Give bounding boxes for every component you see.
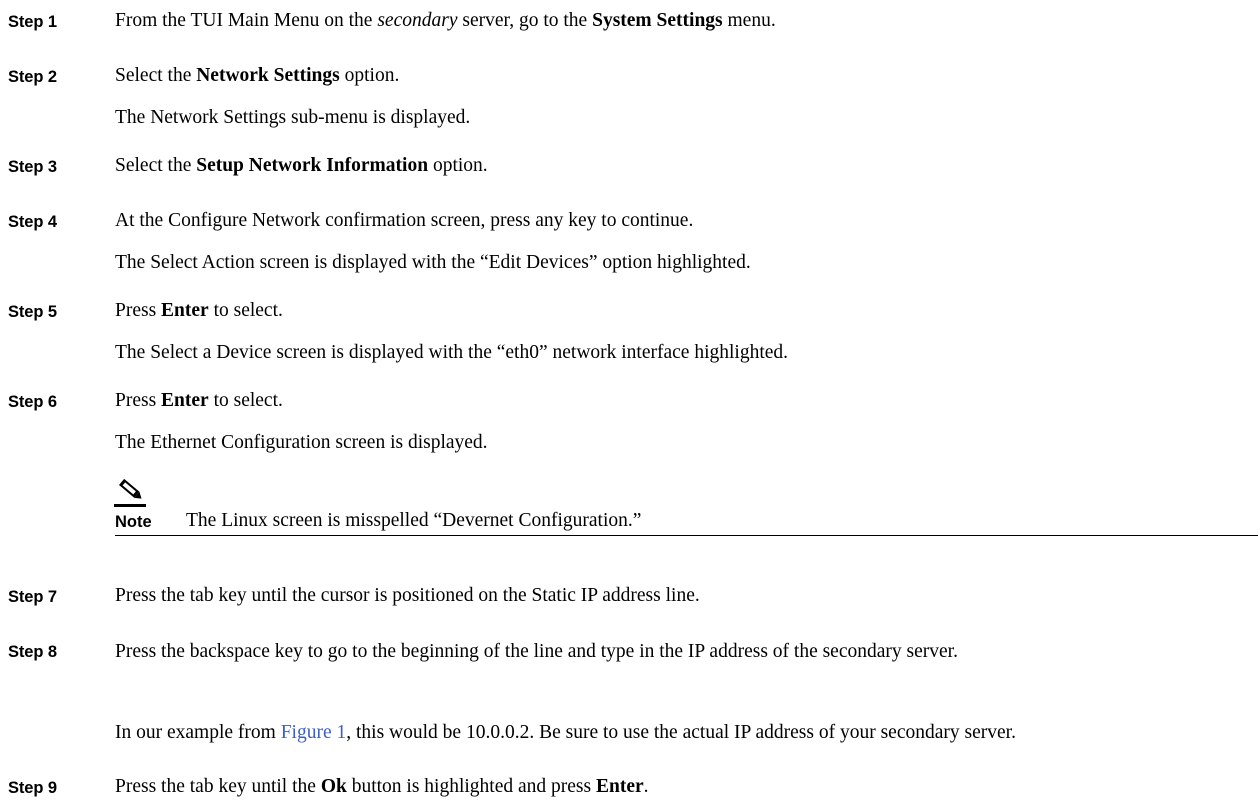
figure-1-link[interactable]: Figure 1: [281, 722, 347, 743]
step-1-label: Step 1: [8, 13, 57, 31]
step-5-result: The Select a Device screen is displayed …: [115, 342, 789, 363]
step-9-label: Step 9: [8, 779, 57, 797]
step-5-label: Step 5: [8, 303, 57, 321]
step-8-result: In our example from Figure 1, this would…: [115, 722, 1016, 743]
step-8-text: Press the backspace key to go to the beg…: [115, 641, 958, 662]
step-1-text: From the TUI Main Menu on the secondary …: [115, 10, 776, 31]
step-2-text: Select the Network Settings option.: [115, 65, 400, 86]
step-8-label: Step 8: [8, 643, 57, 661]
step-9-text: Press the tab key until the Ok button is…: [115, 776, 649, 797]
step-6-text: Press Enter to select.: [115, 390, 283, 411]
step-4-text: At the Configure Network confirmation sc…: [115, 210, 694, 231]
step-2-result: The Network Settings sub-menu is display…: [115, 107, 471, 128]
step-6-label: Step 6: [8, 393, 57, 411]
step-4-result: The Select Action screen is displayed wi…: [115, 252, 751, 273]
step-7-label: Step 7: [8, 588, 57, 606]
step-2-label: Step 2: [8, 68, 57, 86]
step-3-label: Step 3: [8, 158, 57, 176]
note-text: The Linux screen is misspelled “Devernet…: [186, 510, 642, 531]
step-7-text: Press the tab key until the cursor is po…: [115, 585, 700, 606]
note-label: Note: [115, 513, 152, 531]
step-4-label: Step 4: [8, 213, 57, 231]
step-3-text: Select the Setup Network Information opt…: [115, 155, 488, 176]
pencil-note-icon: [114, 477, 146, 507]
note-divider: [115, 535, 1258, 536]
step-5-text: Press Enter to select.: [115, 300, 283, 321]
step-6-result: The Ethernet Configuration screen is dis…: [115, 432, 488, 453]
